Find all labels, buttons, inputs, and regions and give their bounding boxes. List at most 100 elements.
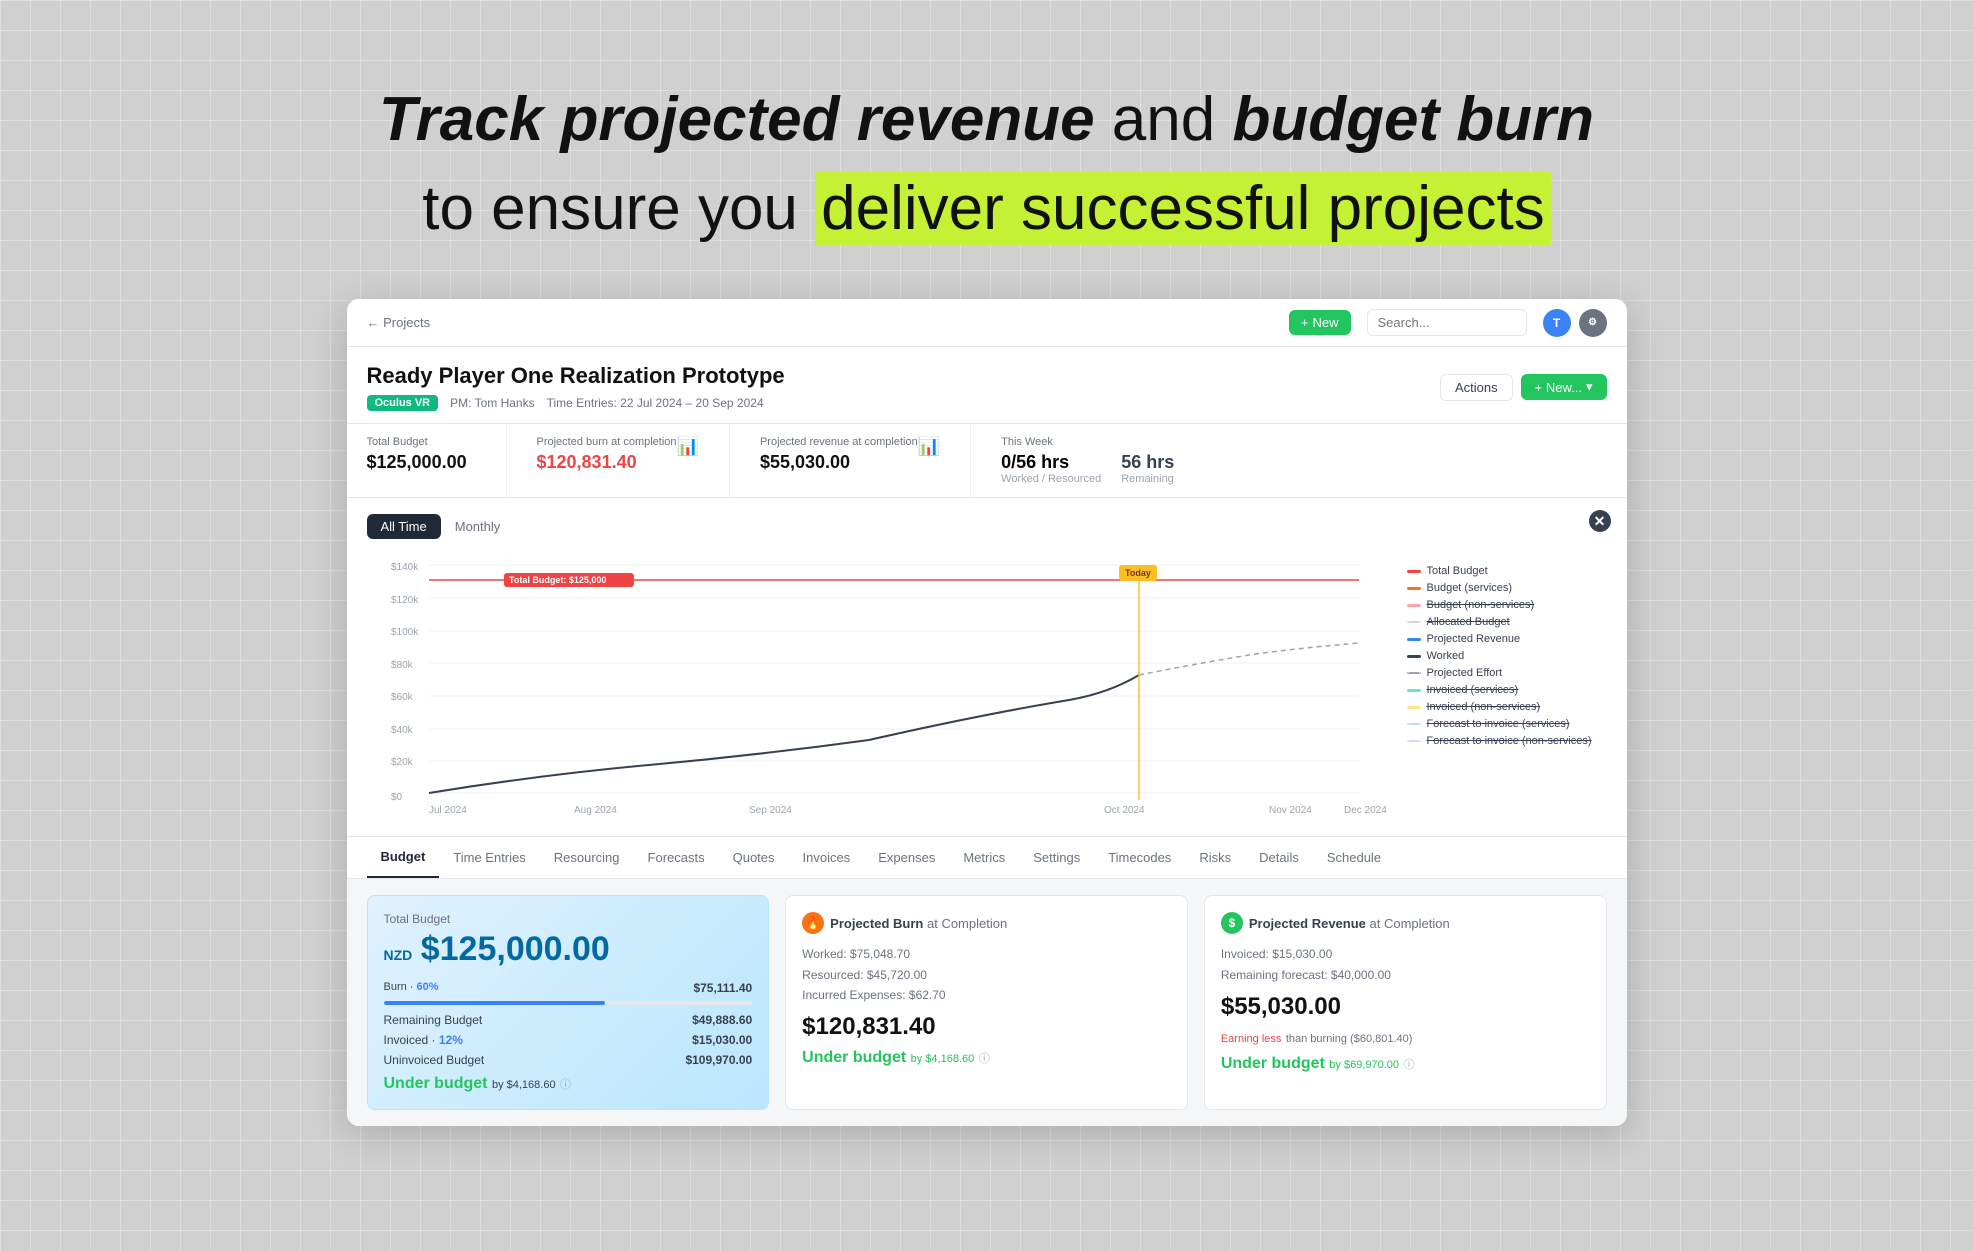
stat-projected-burn-value: $120,831.40 [537,452,699,473]
project-actions: Actions + New... ▾ [1440,374,1607,401]
legend-allocated-budget-label: Allocated Budget [1427,616,1510,628]
hero-plain1: and [1112,85,1233,154]
burn-pct: 60% [417,981,439,993]
projected-burn-detail: Worked: $75,048.70 Resourced: $45,720.00… [802,944,1171,1005]
project-tag[interactable]: Oculus VR [367,395,439,411]
svg-text:Total Budget: $125,000: Total Budget: $125,000 [509,575,606,585]
projected-burn-header: 🔥 Projected Burn at Completion [802,912,1171,934]
tab-invoices[interactable]: Invoices [789,837,865,878]
legend-projected-effort-label: Projected Effort [1427,667,1503,679]
tab-settings[interactable]: Settings [1019,837,1094,878]
svg-text:$20k: $20k [391,757,414,768]
page-wrapper: Track projected revenue and budget burn … [0,0,1973,1166]
project-new-label: + New... [1535,380,1582,395]
earning-less-row: Earning less than burning ($60,801.40) [1221,1029,1590,1047]
projected-revenue-icon: 📊 [918,436,940,457]
uninvoiced-row: Uninvoiced Budget $109,970.00 [384,1053,753,1067]
resourced-line: Resourced: $45,720.00 [802,965,1171,985]
project-new-button[interactable]: + New... ▾ [1521,374,1607,400]
info-icon: ⓘ [560,1079,571,1091]
legend-total-budget-label: Total Budget [1427,565,1488,577]
tab-monthly[interactable]: Monthly [441,514,515,539]
revenue-under-budget-value: by $69,970.00 [1329,1059,1399,1071]
tab-all-time[interactable]: All Time [367,514,441,539]
legend-forecast-services-label: Forecast to invoice (services) [1427,718,1570,730]
stat-total-budget-label: Total Budget [367,436,476,448]
legend-budget-non-services-label: Budget (non-services) [1427,599,1535,611]
total-budget-card: Total Budget NZD $125,000.00 Burn · 60% … [367,895,770,1110]
invoiced-pct: 12% [439,1033,463,1047]
projected-burn-card: 🔥 Projected Burn at Completion Worked: $… [785,895,1188,1110]
stat-projected-revenue: Projected revenue at completion 📊 $55,03… [760,424,971,497]
burn-progress-bar [384,1001,753,1005]
chart-tabs: All Time Monthly [367,514,1607,539]
search-input[interactable] [1367,309,1527,336]
legend-worked: Worked [1407,650,1607,662]
breadcrumb[interactable]: ← Projects [367,315,431,330]
this-week-values: 0/56 hrs Worked / Resourced 56 hrs Remai… [1001,452,1174,485]
tab-budget[interactable]: Budget [367,837,440,878]
avatar[interactable]: T [1543,309,1571,337]
tab-schedule[interactable]: Schedule [1313,837,1395,878]
burn-value: $75,111.40 [693,981,752,995]
burn-under-budget: Under budget by $4,168.60 ⓘ [802,1049,1171,1067]
chart-close-button[interactable]: ✕ [1589,510,1611,532]
stat-projected-revenue-label: Projected revenue at completion 📊 [760,436,940,448]
project-time-entries: Time Entries: 22 Jul 2024 – 20 Sep 2024 [547,396,764,410]
revenue-under-budget-row: Under budget by $69,970.00 ⓘ [1221,1055,1590,1073]
tab-metrics[interactable]: Metrics [949,837,1019,878]
tab-risks[interactable]: Risks [1185,837,1245,878]
tab-time-entries[interactable]: Time Entries [439,837,539,878]
earning-less-detail: than burning ($60,801.40) [1286,1033,1413,1045]
tab-forecasts[interactable]: Forecasts [634,837,719,878]
settings-icon[interactable]: ⚙ [1579,309,1607,337]
hero-italic1: Track projected revenue [379,85,1095,154]
projected-revenue-detail: Invoiced: $15,030.00 Remaining forecast:… [1221,944,1590,985]
tab-quotes[interactable]: Quotes [719,837,789,878]
nav-new-button[interactable]: + New [1289,310,1351,335]
under-budget-value: by $4,168.60 [492,1079,556,1091]
expenses-line: Incurred Expenses: $62.70 [802,985,1171,1005]
earning-less-label: Earning less [1221,1033,1282,1045]
projected-burn-icon: 📊 [677,436,699,457]
svg-text:Nov 2024: Nov 2024 [1269,805,1312,815]
tab-resourcing[interactable]: Resourcing [540,837,634,878]
legend-worked-label: Worked [1427,650,1465,662]
app-window: ← Projects + New T ⚙ Ready Player One Re… [347,299,1627,1126]
projected-revenue-total: $55,030.00 [1221,993,1590,1021]
burn-under-budget-label: Under budget [802,1049,906,1066]
project-header: Ready Player One Realization Prototype O… [347,347,1627,424]
budget-currency: NZD [384,947,413,963]
under-budget-row: Under budget by $4,168.60 ⓘ [384,1075,753,1093]
bottom-tabs: Budget Time Entries Resourcing Forecasts… [347,837,1627,879]
tab-timecodes[interactable]: Timecodes [1094,837,1185,878]
stats-row: Total Budget $125,000.00 Projected burn … [347,424,1627,498]
remaining-forecast-line: Remaining forecast: $40,000.00 [1221,965,1590,985]
this-week-worked: 0/56 hrs [1001,452,1101,473]
legend-forecast-services: Forecast to invoice (services) [1407,718,1607,730]
legend-projected-revenue: Projected Revenue [1407,633,1607,645]
revenue-under-budget-label: Under budget [1221,1055,1325,1072]
uninvoiced-label: Uninvoiced Budget [384,1053,485,1067]
svg-text:$100k: $100k [391,627,419,638]
svg-text:Sep 2024: Sep 2024 [749,805,792,815]
tab-expenses[interactable]: Expenses [864,837,949,878]
legend-projected-effort: Projected Effort [1407,667,1607,679]
hero-italic2: budget burn [1232,85,1594,154]
tab-details[interactable]: Details [1245,837,1313,878]
stat-total-budget-value: $125,000.00 [367,452,476,473]
actions-button[interactable]: Actions [1440,374,1513,401]
burn-progress-fill [384,1001,605,1005]
nav-plus-icon: + [1301,315,1309,330]
remaining-row: Remaining Budget $49,888.60 [384,1013,753,1027]
legend-total-budget: Total Budget [1407,565,1607,577]
hero-line2: to ensure you deliver successful project… [60,169,1913,250]
svg-text:$140k: $140k [391,562,419,573]
this-week-remaining: 56 hrs [1121,452,1174,473]
revenue-info-icon: ⓘ [1403,1059,1414,1071]
legend-projected-revenue-label: Projected Revenue [1427,633,1521,645]
stat-projected-burn-label: Projected burn at completion 📊 [537,436,699,448]
legend-budget-non-services: Budget (non-services) [1407,599,1607,611]
legend-allocated-budget: Allocated Budget [1407,616,1607,628]
legend-forecast-non-services: Forecast to invoice (non-services) [1407,735,1607,747]
